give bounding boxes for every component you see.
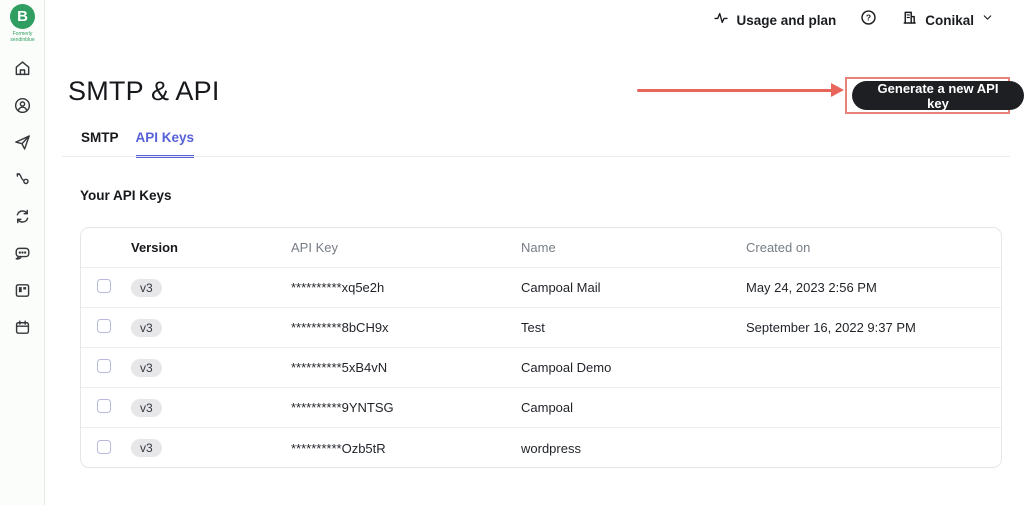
api-key-name: Campoal Mail [521, 280, 601, 295]
version-badge: v3 [131, 318, 162, 337]
sidebar-item-contacts[interactable] [0, 89, 45, 126]
api-key-value: **********8bCH9x [291, 320, 389, 335]
contacts-icon [13, 96, 32, 120]
row-checkbox[interactable] [97, 359, 111, 373]
table-row: v3 **********9YNTSG Campoal [81, 388, 1001, 428]
api-key-name: wordpress [521, 440, 581, 456]
account-menu[interactable]: Conikal [901, 9, 994, 31]
api-key-value: **********xq5e2h [291, 280, 385, 295]
generate-api-key-button[interactable]: Generate a new API key [852, 81, 1024, 111]
svg-text:?: ? [866, 12, 871, 22]
tab-bar: SMTP API Keys [81, 130, 195, 158]
sidebar-item-conversations[interactable] [0, 237, 45, 274]
tab-divider [62, 156, 1010, 157]
sidebar-item-campaigns[interactable] [0, 126, 45, 163]
tab-smtp[interactable]: SMTP [81, 130, 119, 158]
top-header: Usage and plan ? Conikal [713, 7, 994, 33]
api-key-name: Campoal [521, 400, 574, 415]
home-icon [13, 59, 32, 83]
brand-tagline: Formerly sendinblue [10, 31, 35, 43]
tab-api-keys[interactable]: API Keys [135, 130, 195, 158]
table-row: v3 **********8bCH9x Test September 16, 2… [81, 308, 1001, 348]
calendar-icon [13, 318, 32, 342]
api-key-name: Campoal Demo [521, 360, 612, 375]
sidebar-item-meetings[interactable] [0, 311, 45, 348]
api-key-value: **********5xB4vN [291, 360, 388, 375]
organization-icon [901, 9, 918, 31]
account-name: Conikal [925, 12, 974, 28]
table-row: v3 **********xq5e2h Campoal Mail May 24,… [81, 268, 1001, 308]
chevron-down-icon [981, 11, 994, 29]
api-key-created: May 24, 2023 2:56 PM [746, 280, 877, 295]
version-badge: v3 [131, 358, 162, 377]
paper-plane-icon [13, 133, 32, 157]
column-header-version: Version [131, 240, 178, 255]
sidebar-item-automation[interactable] [0, 163, 45, 200]
annotation-arrow-head [831, 83, 844, 97]
column-header-name: Name [521, 240, 556, 255]
sidebar-item-deals[interactable] [0, 274, 45, 311]
table-row: v3 **********Ozb5tR wordpress [81, 428, 1001, 467]
repeat-icon [13, 207, 32, 231]
api-key-value: **********9YNTSG [291, 400, 394, 415]
activity-icon [713, 10, 729, 31]
smtp-api-page: B Formerly sendinblue Usage and plan ? C… [0, 0, 1024, 505]
brand-logo[interactable]: B Formerly sendinblue [0, 4, 45, 43]
row-checkbox[interactable] [97, 439, 111, 454]
kanban-icon [13, 281, 32, 305]
table-header-row: Version API Key Name Created on [81, 228, 1001, 268]
sidebar-nav [0, 52, 45, 348]
help-icon: ? [860, 9, 877, 31]
version-badge: v3 [131, 278, 162, 297]
row-checkbox[interactable] [97, 279, 111, 293]
brevo-logo-icon: B [10, 4, 35, 29]
row-checkbox[interactable] [97, 319, 111, 333]
api-keys-table: Version API Key Name Created on v3 *****… [80, 227, 1002, 468]
sidebar-item-home[interactable] [0, 52, 45, 89]
api-key-value: **********Ozb5tR [291, 440, 386, 456]
sidebar: B Formerly sendinblue [0, 0, 45, 505]
api-key-created: September 16, 2022 9:37 PM [746, 320, 916, 335]
section-heading: Your API Keys [80, 188, 172, 203]
usage-and-plan-link[interactable]: Usage and plan [713, 10, 836, 31]
version-badge: v3 [131, 439, 162, 457]
automation-icon [13, 170, 32, 194]
sidebar-item-transactional[interactable] [0, 200, 45, 237]
chat-icon [13, 244, 32, 268]
annotation-arrow-line [637, 89, 833, 92]
version-badge: v3 [131, 398, 162, 417]
help-button[interactable]: ? [860, 9, 877, 31]
page-title: SMTP & API [68, 76, 220, 106]
api-key-name: Test [521, 320, 545, 335]
column-header-created-on: Created on [746, 240, 811, 255]
column-header-api-key: API Key [291, 240, 338, 255]
row-checkbox[interactable] [97, 399, 111, 413]
table-row: v3 **********5xB4vN Campoal Demo [81, 348, 1001, 388]
